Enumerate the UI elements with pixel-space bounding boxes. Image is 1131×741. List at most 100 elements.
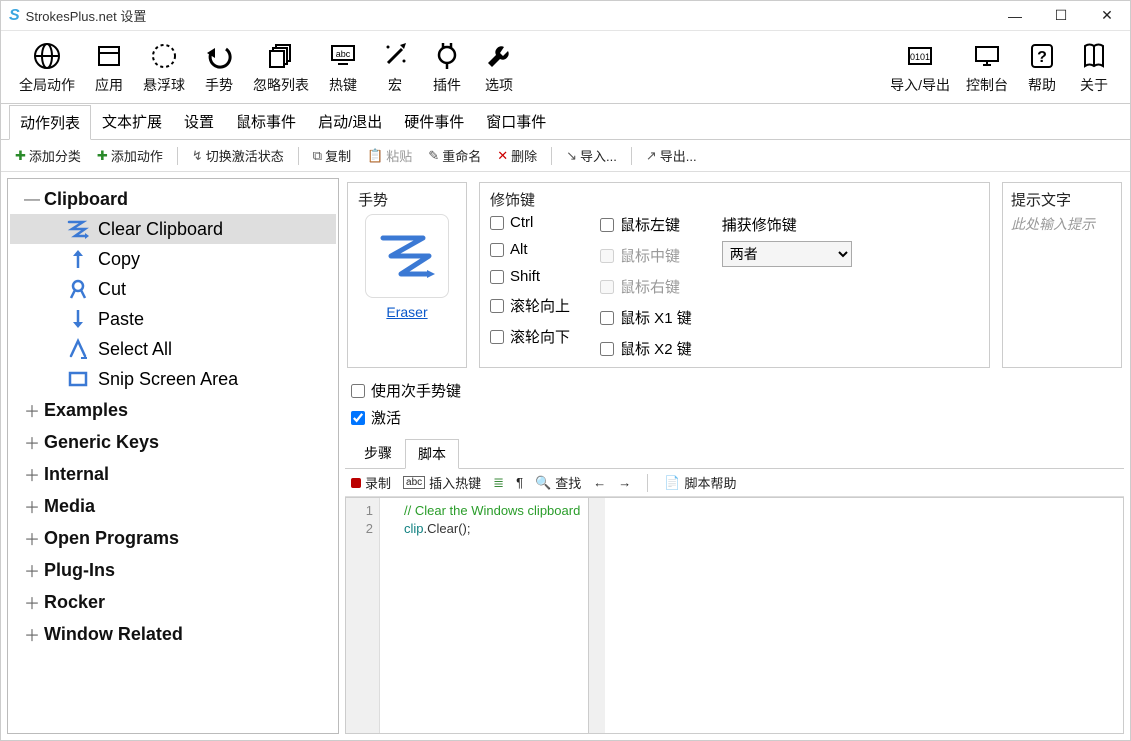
binary-icon <box>905 39 935 73</box>
active-check[interactable]: 激活 <box>351 407 1118 428</box>
tree-branch-rocker[interactable]: ＋Rocker <box>10 586 336 618</box>
action-toolbar: ✚添加分类✚添加动作 ↯切换激活状态 ⧉复制📋粘贴✎重命名✕删除 ↘导入... ↗导出.… <box>1 140 1130 172</box>
modifier-鼠标左键-check[interactable]: 鼠标左键 <box>600 214 692 235</box>
toolbar-plugin-button[interactable]: 插件 <box>421 35 473 99</box>
tab-2[interactable]: 设置 <box>173 104 225 139</box>
modifier-滚轮向上-check[interactable]: 滚轮向上 <box>490 295 570 316</box>
toolbar-apps-button[interactable]: 应用 <box>83 35 135 99</box>
monitor-icon <box>972 39 1002 73</box>
action-addcat-button[interactable]: ✚添加分类 <box>9 144 87 167</box>
tree-branch-window-related[interactable]: ＋Window Related <box>10 618 336 650</box>
tab-5[interactable]: 硬件事件 <box>393 104 475 139</box>
help-icon <box>1027 39 1057 73</box>
undo-icon <box>204 39 234 73</box>
modifier-鼠标 X1 键-check[interactable]: 鼠标 X1 键 <box>600 307 692 328</box>
tree-item-select-all[interactable]: Select All <box>10 334 336 364</box>
indent-icon[interactable]: ≣ <box>493 475 504 491</box>
toolbar-hotkey-button[interactable]: 热键 <box>317 35 369 99</box>
main-toolbar: 全局动作应用悬浮球手势忽略列表热键宏插件选项 导入/导出控制台帮助关于 <box>1 31 1130 104</box>
tree-item-snip-screen-area[interactable]: Snip Screen Area <box>10 364 336 394</box>
tree-item-paste[interactable]: Paste <box>10 304 336 334</box>
arrow-down-icon <box>64 308 92 330</box>
caret-a-icon <box>64 338 92 360</box>
action-export-button[interactable]: ↗导出... <box>640 144 703 167</box>
toolbar-console-button[interactable]: 控制台 <box>958 35 1016 99</box>
window-title: StrokesPlus.net 设置 <box>26 6 147 25</box>
plus-icon: ＋ <box>20 526 44 550</box>
tree-branch-media[interactable]: ＋Media <box>10 490 336 522</box>
record-button[interactable]: 录制 <box>351 473 391 492</box>
insert-hotkey-button[interactable]: abc插入热键 <box>403 473 481 492</box>
script-help-button[interactable]: 📄 脚本帮助 <box>664 473 736 492</box>
action-tree[interactable]: —ClipboardClear ClipboardCopyCutPasteSel… <box>7 178 339 734</box>
plus-icon: ＋ <box>20 558 44 582</box>
gesture-title: 手势 <box>358 189 388 210</box>
tab-1[interactable]: 文本扩展 <box>91 104 173 139</box>
secondary-gesture-check[interactable]: 使用次手势键 <box>351 380 1118 401</box>
loop-cut-icon <box>64 278 92 300</box>
wand-icon <box>380 39 410 73</box>
tab-4[interactable]: 启动/退出 <box>307 104 393 139</box>
script-tabs: 步骤脚本 <box>345 438 1124 469</box>
code-editor[interactable]: 12 // Clear the Windows clipboardclip.Cl… <box>345 497 1124 734</box>
close-button[interactable]: ✕ <box>1084 1 1130 31</box>
toolbar-floater-button[interactable]: 悬浮球 <box>135 35 193 99</box>
modifier-Ctrl-check[interactable]: Ctrl <box>490 214 570 231</box>
gesture-name-link[interactable]: Eraser <box>386 304 427 320</box>
abc-icon <box>328 39 358 73</box>
tab-6[interactable]: 窗口事件 <box>475 104 557 139</box>
action-paste-button: 📋粘贴 <box>361 144 418 167</box>
action-rename-button[interactable]: ✎重命名 <box>422 144 487 167</box>
title-bar: S StrokesPlus.net 设置 ― ☐ ✕ <box>1 1 1130 31</box>
modifier-Alt-check[interactable]: Alt <box>490 241 570 258</box>
maximize-button[interactable]: ☐ <box>1038 1 1084 31</box>
gesture-preview[interactable] <box>365 214 449 298</box>
tree-branch-examples[interactable]: ＋Examples <box>10 394 336 426</box>
plus-icon: ＋ <box>20 622 44 646</box>
modifier-鼠标中键-check: 鼠标中键 <box>600 245 692 266</box>
window-icon <box>94 39 124 73</box>
nav-back-icon[interactable]: ← <box>593 475 606 490</box>
tree-item-cut[interactable]: Cut <box>10 274 336 304</box>
tree-item-copy[interactable]: Copy <box>10 244 336 274</box>
toolbar-ignore-button[interactable]: 忽略列表 <box>245 35 317 99</box>
toolbar-options-button[interactable]: 选项 <box>473 35 525 99</box>
modifier-Shift-check[interactable]: Shift <box>490 268 570 285</box>
tree-branch-generic-keys[interactable]: ＋Generic Keys <box>10 426 336 458</box>
modifier-滚轮向下-check[interactable]: 滚轮向下 <box>490 326 570 347</box>
scrollbar[interactable] <box>588 498 605 733</box>
toolbar-help-button[interactable]: 帮助 <box>1016 35 1068 99</box>
find-button[interactable]: 🔍 查找 <box>535 473 581 492</box>
toolbar-global-button[interactable]: 全局动作 <box>11 35 83 99</box>
tree-branch-clipboard[interactable]: —Clipboard <box>10 185 336 214</box>
tab-3[interactable]: 鼠标事件 <box>225 104 307 139</box>
tree-branch-internal[interactable]: ＋Internal <box>10 458 336 490</box>
tree-branch-open-programs[interactable]: ＋Open Programs <box>10 522 336 554</box>
minimize-button[interactable]: ― <box>992 1 1038 31</box>
tab-0[interactable]: 动作列表 <box>9 105 91 140</box>
action-copy-button[interactable]: ⧉复制 <box>307 144 357 167</box>
action-delete-button[interactable]: ✕删除 <box>491 144 543 167</box>
hint-input[interactable]: 此处输入提示 <box>1011 214 1113 234</box>
script-tab-1[interactable]: 脚本 <box>405 439 459 469</box>
minus-icon: — <box>20 191 44 209</box>
plus-icon: ＋ <box>20 590 44 614</box>
script-tab-0[interactable]: 步骤 <box>351 438 405 468</box>
script-toolbar: 录制 abc插入热键 ≣ ¶ 🔍 查找 ← → 📄 脚本帮助 <box>345 469 1124 497</box>
action-import-button[interactable]: ↘导入... <box>560 144 623 167</box>
modifier-鼠标 X2 键-check[interactable]: 鼠标 X2 键 <box>600 338 692 359</box>
toolbar-impexp-button[interactable]: 导入/导出 <box>882 35 958 99</box>
capture-modifier-select[interactable]: 两者 <box>722 241 852 267</box>
plug-icon <box>432 39 462 73</box>
toolbar-gesture-button[interactable]: 手势 <box>193 35 245 99</box>
nav-fwd-icon[interactable]: → <box>618 475 631 490</box>
action-addact-button[interactable]: ✚添加动作 <box>91 144 169 167</box>
toolbar-about-button[interactable]: 关于 <box>1068 35 1120 99</box>
tree-item-clear-clipboard[interactable]: Clear Clipboard <box>10 214 336 244</box>
toolbar-macro-button[interactable]: 宏 <box>369 35 421 99</box>
dots-circle-icon <box>149 39 179 73</box>
tag-icon[interactable]: ¶ <box>516 475 523 490</box>
tree-branch-plug-ins[interactable]: ＋Plug-Ins <box>10 554 336 586</box>
wrench-icon <box>484 39 514 73</box>
action-toggleact-button[interactable]: ↯切换激活状态 <box>186 144 290 167</box>
